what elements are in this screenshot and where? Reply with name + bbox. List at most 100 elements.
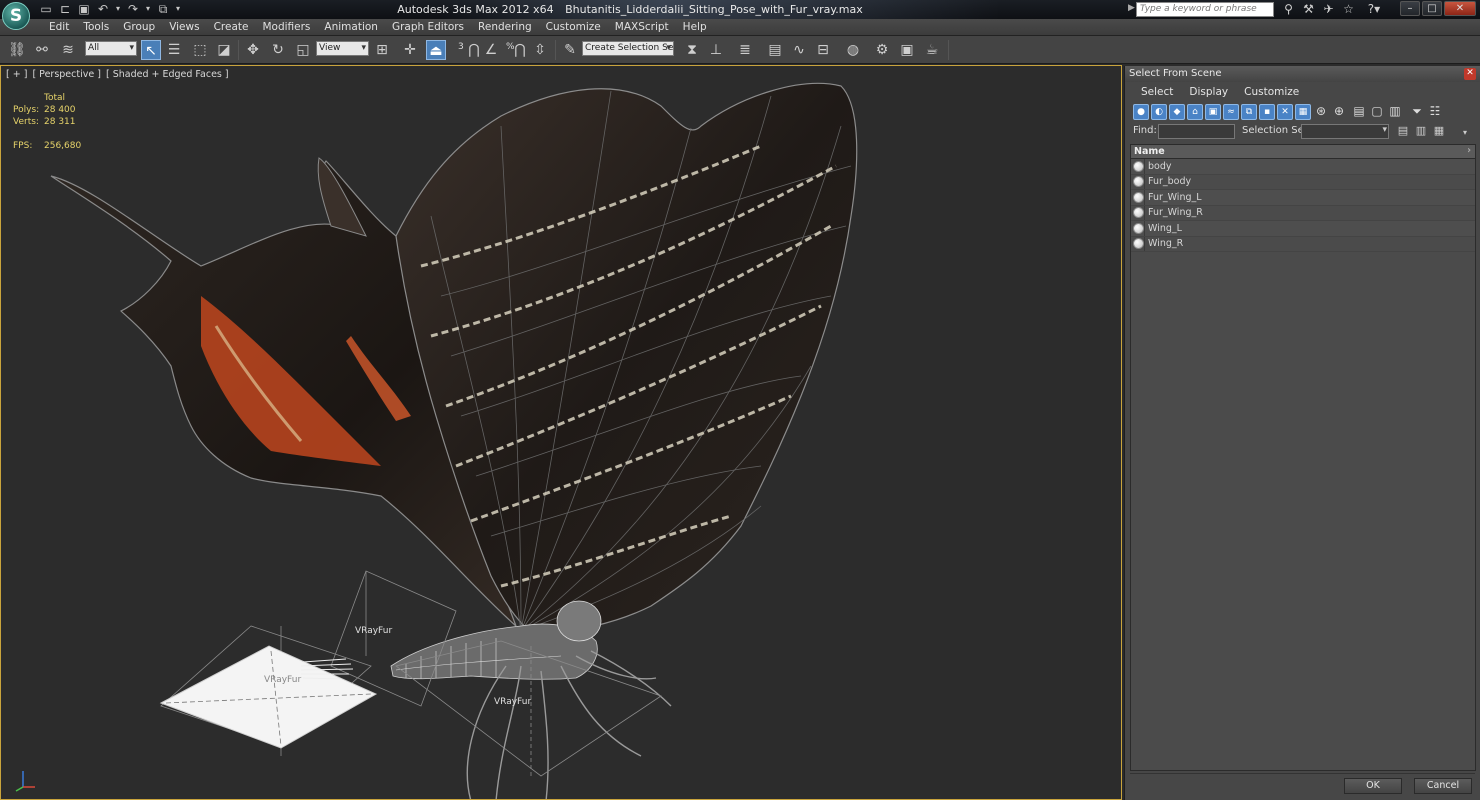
bind-to-space-warp-icon[interactable]: ≋ xyxy=(58,40,78,60)
binoculars-icon[interactable]: ⚲ xyxy=(1280,1,1297,17)
list-item[interactable]: Wing_R xyxy=(1131,236,1475,252)
display-bones-icon[interactable]: ✕ xyxy=(1277,104,1293,120)
render-production-icon[interactable]: ☕ xyxy=(922,40,942,60)
application-menu-button[interactable]: S xyxy=(2,2,30,30)
display-hidden-icon[interactable]: ⊕ xyxy=(1331,104,1347,120)
layer-manager-icon[interactable]: ≣ xyxy=(735,40,755,60)
spinner-snap-icon[interactable]: ⇳ xyxy=(530,40,550,60)
select-all-icon[interactable]: ▤ xyxy=(1351,104,1367,120)
display-helpers-icon[interactable]: ▣ xyxy=(1205,104,1221,120)
select-object-icon[interactable]: ↖ xyxy=(141,40,161,60)
select-and-manipulate-icon[interactable]: ✛ xyxy=(400,40,420,60)
display-lights-icon[interactable]: ◆ xyxy=(1169,104,1185,120)
select-and-scale-icon[interactable]: ◱ xyxy=(293,40,313,60)
dialog-close-icon[interactable]: ✕ xyxy=(1464,68,1476,80)
curve-editor-icon[interactable]: ∿ xyxy=(789,40,809,60)
object-list: Name body Fur_body Fur_Wing_L Fur_Wing_R Win… xyxy=(1130,144,1476,771)
menu-modifiers[interactable]: Modifiers xyxy=(255,20,317,35)
angle-snap-icon[interactable]: ∠ xyxy=(481,40,501,60)
help-icon[interactable]: ?▾ xyxy=(1360,1,1388,17)
verts-label: Verts: xyxy=(13,117,39,127)
viewport-menu-label[interactable]: [ + ] xyxy=(6,69,27,80)
mirror-icon[interactable]: ⧗ xyxy=(682,40,702,60)
graphite-modeling-tools-icon[interactable]: ▤ xyxy=(765,40,785,60)
communication-center-icon[interactable]: ✈ xyxy=(1320,1,1337,17)
menu-graph-editors[interactable]: Graph Editors xyxy=(385,20,471,35)
named-selection-set-dropdown[interactable]: Create Selection Se xyxy=(582,41,674,56)
display-shapes-icon[interactable]: ◐ xyxy=(1151,104,1167,120)
window-crossing-icon[interactable]: ◪ xyxy=(214,40,234,60)
dialog-title-text: Select From Scene xyxy=(1129,68,1222,79)
render-setup-icon[interactable]: ⚙ xyxy=(872,40,892,60)
reference-coordinate-dropdown[interactable]: View xyxy=(316,41,369,56)
display-groups-icon[interactable]: ⧉ xyxy=(1241,104,1257,120)
percent-snap-magnet-icon[interactable]: ⋂ xyxy=(510,40,530,60)
dialog-menu-display[interactable]: Display xyxy=(1181,82,1236,102)
viewport-pov-label[interactable]: [ Perspective ] xyxy=(32,69,100,80)
menu-maxscript[interactable]: MAXScript xyxy=(608,20,676,35)
subscription-icon[interactable]: ⚒ xyxy=(1300,1,1317,17)
viewport-shading-label[interactable]: [ Shaded + Edged Faces ] xyxy=(106,69,229,80)
menu-edit[interactable]: Edit xyxy=(42,20,76,35)
search-expand-icon[interactable]: ▶ xyxy=(1128,3,1135,13)
close-icon[interactable]: ✕ xyxy=(1444,1,1476,16)
perspective-viewport[interactable]: [ + ] [ Perspective ] [ Shaded + Edged F… xyxy=(0,65,1122,800)
dialog-menu-customize[interactable]: Customize xyxy=(1236,82,1307,102)
select-and-move-icon[interactable]: ✥ xyxy=(243,40,263,60)
toolbar-separator xyxy=(238,40,239,60)
filter-options-icon[interactable]: ☷ xyxy=(1427,104,1443,120)
list-item[interactable]: Fur_Wing_R xyxy=(1131,205,1475,221)
align-icon[interactable]: ⊥ xyxy=(706,40,726,60)
use-pivot-point-center-icon[interactable]: ⊞ xyxy=(372,40,392,60)
select-and-link-icon[interactable]: ⛓ xyxy=(7,40,27,60)
selection-set-remove-icon[interactable]: ▦ xyxy=(1432,124,1446,139)
cancel-button[interactable]: Cancel xyxy=(1414,778,1472,794)
select-by-name-icon[interactable]: ☰ xyxy=(164,40,184,60)
menu-animation[interactable]: Animation xyxy=(317,20,385,35)
edit-named-selection-icon[interactable]: ✎ xyxy=(560,40,580,60)
display-frozen-icon[interactable]: ⊛ xyxy=(1313,104,1329,120)
selection-set-tool-icon[interactable]: ▤ xyxy=(1396,124,1410,139)
menu-help[interactable]: Help xyxy=(676,20,714,35)
unlink-selection-icon[interactable]: ⚯ xyxy=(32,40,52,60)
select-and-rotate-icon[interactable]: ↻ xyxy=(268,40,288,60)
ok-button[interactable]: OK xyxy=(1344,778,1402,794)
search-input[interactable]: Type a keyword or phrase xyxy=(1136,2,1274,17)
selection-set-dropdown[interactable] xyxy=(1301,124,1389,139)
rendered-frame-window-icon[interactable]: ▣ xyxy=(897,40,917,60)
menu-rendering[interactable]: Rendering xyxy=(471,20,539,35)
menu-customize[interactable]: Customize xyxy=(539,20,608,35)
selection-set-add-icon[interactable]: ▥ xyxy=(1414,124,1428,139)
display-containers-icon[interactable]: ▦ xyxy=(1295,104,1311,120)
viewport-label[interactable]: [ + ] [ Perspective ] [ Shaded + Edged F… xyxy=(6,69,231,80)
list-item[interactable]: Wing_L xyxy=(1131,221,1475,237)
favorites-star-icon[interactable]: ☆ xyxy=(1340,1,1357,17)
dialog-menu-select[interactable]: Select xyxy=(1133,82,1181,102)
select-invert-icon[interactable]: ▥ xyxy=(1387,104,1403,120)
menu-views[interactable]: Views xyxy=(162,20,206,35)
list-item[interactable]: Fur_Wing_L xyxy=(1131,190,1475,206)
list-item[interactable]: body xyxy=(1131,159,1475,175)
menu-create[interactable]: Create xyxy=(207,20,256,35)
options-dropdown-icon[interactable]: ▾ xyxy=(1458,128,1472,143)
display-xrefs-icon[interactable]: ▪ xyxy=(1259,104,1275,120)
list-header-name[interactable]: Name xyxy=(1131,144,1475,159)
filter-icon[interactable]: ⏷ xyxy=(1409,104,1425,120)
snaps-toggle-icon[interactable]: 3 xyxy=(458,42,464,52)
keyboard-shortcut-override-icon[interactable]: ⏏ xyxy=(426,40,446,60)
maximize-icon[interactable]: □ xyxy=(1422,1,1442,16)
select-none-icon[interactable]: ▢ xyxy=(1369,104,1385,120)
rectangular-selection-region-icon[interactable]: ⬚ xyxy=(190,40,210,60)
display-geometry-icon[interactable]: ● xyxy=(1133,104,1149,120)
list-item[interactable]: Fur_body xyxy=(1131,174,1475,190)
selection-filter-dropdown[interactable]: All xyxy=(85,41,137,56)
dialog-find-row: Find: Selection Set: ▤ ▥ ▦ ▾ xyxy=(1125,122,1480,142)
schematic-view-icon[interactable]: ⊟ xyxy=(813,40,833,60)
menu-tools[interactable]: Tools xyxy=(76,20,116,35)
minimize-icon[interactable]: – xyxy=(1400,1,1420,16)
find-input[interactable] xyxy=(1158,124,1235,139)
display-cameras-icon[interactable]: ⌂ xyxy=(1187,104,1203,120)
menu-group[interactable]: Group xyxy=(116,20,162,35)
display-space-warps-icon[interactable]: ≈ xyxy=(1223,104,1239,120)
material-editor-icon[interactable]: ◍ xyxy=(843,40,863,60)
